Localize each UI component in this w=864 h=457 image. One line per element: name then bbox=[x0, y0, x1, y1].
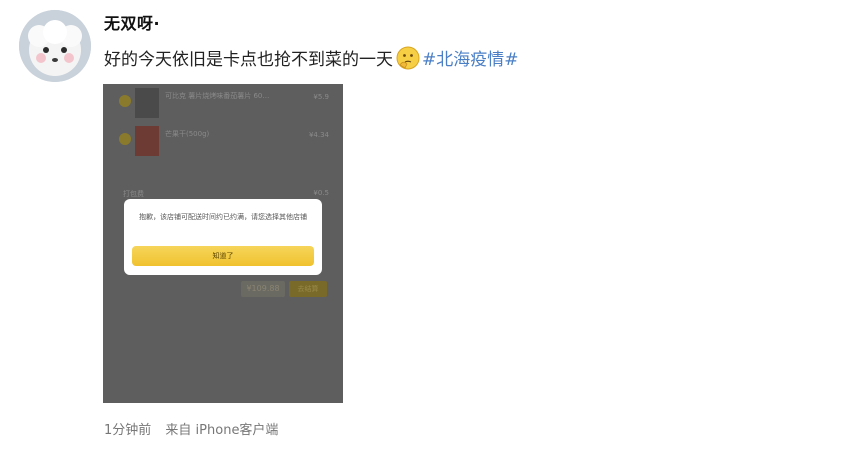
fee-label: 打包费 bbox=[123, 190, 144, 198]
check-icon bbox=[119, 95, 131, 107]
dialog-message: 抱歉，该店铺可配送时间约已约满，请您选择其他店铺 bbox=[139, 213, 307, 221]
item-price: ¥5.9 bbox=[313, 93, 329, 101]
product-thumbnail bbox=[135, 126, 159, 156]
avatar[interactable] bbox=[19, 10, 91, 82]
check-icon bbox=[119, 133, 131, 145]
checkout-button: 去结算 bbox=[289, 281, 327, 297]
username[interactable]: 无双呀· bbox=[104, 10, 160, 34]
post-body: 好的今天依旧是卡点也抢不到菜的一天 bbox=[104, 50, 393, 70]
cart-item: 芒果干(500g) ¥4.34 bbox=[119, 126, 333, 156]
post-source: 来自 iPhone客户端 bbox=[165, 423, 279, 438]
alert-dialog: 抱歉，该店铺可配送时间约已约满，请您选择其他店铺 知道了 bbox=[124, 199, 322, 275]
attached-screenshot-image[interactable]: 可比克 薯片烧烤味番茄薯片 60… ¥5.9 芒果干(500g) ¥4.34 打… bbox=[103, 84, 343, 403]
dog-avatar-image bbox=[19, 10, 91, 82]
item-price: ¥4.34 bbox=[308, 131, 329, 139]
post-text: 好的今天依旧是卡点也抢不到菜的一天 #北海疫情# bbox=[104, 45, 519, 70]
item-name: 芒果干(500g) bbox=[165, 130, 210, 138]
post-meta: 1分钟前 来自 iPhone客户端 bbox=[104, 419, 278, 438]
product-thumbnail bbox=[135, 88, 159, 118]
fee-price: ¥0.5 bbox=[313, 189, 329, 197]
item-name: 可比克 薯片烧烤味番茄薯片 60… bbox=[165, 92, 270, 100]
hashtag-link[interactable]: #北海疫情# bbox=[422, 45, 519, 70]
post-timestamp[interactable]: 1分钟前 bbox=[104, 423, 151, 438]
dialog-confirm-button: 知道了 bbox=[132, 246, 314, 266]
total-price: ¥109.88 bbox=[241, 281, 285, 297]
cart-item: 可比克 薯片烧烤味番茄薯片 60… ¥5.9 bbox=[119, 88, 333, 118]
thinking-face-icon bbox=[396, 46, 420, 70]
